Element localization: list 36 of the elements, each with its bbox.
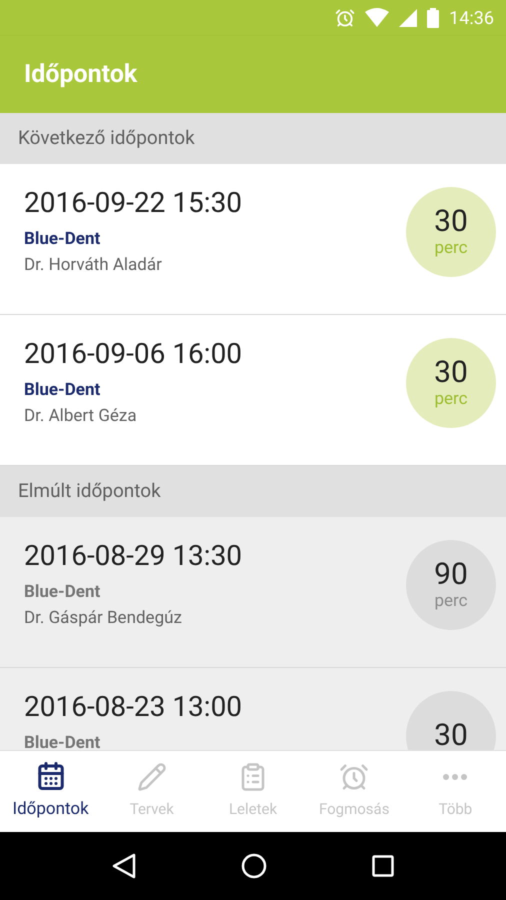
- wifi-icon: [365, 8, 390, 28]
- doctor-name: Dr. Gáspár Bendegúz: [24, 607, 183, 629]
- doctor-name: Dr. Albert Géza: [24, 405, 138, 427]
- section-title: Következő időpontok: [18, 125, 195, 152]
- appointment-datetime: 2016-08-23 13:00: [24, 690, 242, 724]
- signal-icon: [399, 9, 418, 27]
- doctor-name: Dr. Horváth Aladár: [24, 254, 163, 276]
- nav-tab[interactable]: Időpontok: [0, 751, 102, 832]
- section-title: Elmúlt időpontok: [18, 478, 161, 504]
- back-icon[interactable]: [112, 853, 136, 879]
- battery-icon: [427, 8, 440, 28]
- clinic-name: Blue-Dent: [24, 228, 102, 250]
- clinic-name: Blue-Dent: [24, 581, 102, 603]
- appointment-datetime: 2016-09-22 15:30: [24, 186, 242, 220]
- recents-icon[interactable]: [372, 855, 394, 877]
- duration-value: 90: [434, 559, 468, 591]
- home-icon[interactable]: [240, 853, 267, 879]
- appointment-datetime: 2016-08-29 13:30: [24, 539, 242, 573]
- duration-value: 30: [434, 357, 468, 389]
- alarm-clock-icon: [339, 762, 370, 792]
- duration-value: 30: [434, 206, 468, 238]
- more-icon: [443, 774, 468, 780]
- appointment-card[interactable]: 2016-08-29 13:30 Blue-Dent Dr. Gáspár Bendegúz 90 perc: [0, 517, 506, 668]
- app-title: Időpontok: [24, 58, 138, 91]
- appointment-datetime: 2016-09-06 16:00: [24, 337, 242, 371]
- alarm-icon: [335, 8, 356, 28]
- clinic-name: Blue-Dent: [24, 732, 102, 750]
- duration-unit: perc: [434, 591, 468, 611]
- duration-unit: perc: [434, 389, 468, 409]
- pencil-icon: [136, 762, 167, 792]
- duration-value: 30: [434, 720, 468, 750]
- status-time: 14:36: [449, 6, 494, 30]
- duration-unit: perc: [434, 238, 468, 258]
- appointment-card[interactable]: 2016-08-23 13:00 Blue-Dent 30: [0, 668, 506, 750]
- clinic-name: Blue-Dent: [24, 379, 102, 401]
- calendar-icon: [36, 760, 66, 791]
